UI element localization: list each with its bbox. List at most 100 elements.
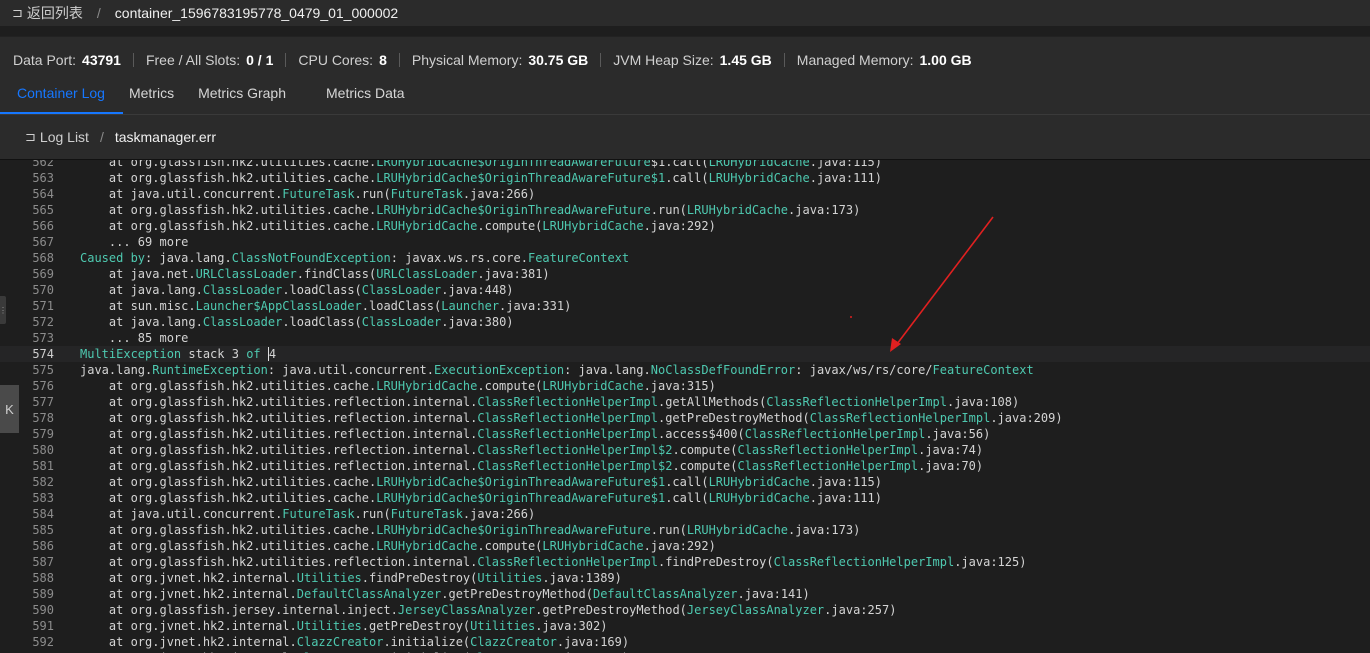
text-token: java.lang.: [80, 363, 153, 377]
class-token: Utilities: [470, 619, 536, 633]
stat-value: 43791: [82, 52, 121, 68]
back-to-list-label: 返回列表: [26, 5, 83, 21]
log-line: 562 at org.glassfish.hk2.utilities.cache…: [0, 160, 1370, 170]
text-token: .java:209): [990, 411, 1063, 425]
class-token: LRUHybridCache$OriginThreadAwareFuture$1: [376, 475, 666, 489]
text-token: at org.glassfish.hk2.utilities.reflectio…: [80, 555, 478, 569]
class-token: ClazzCreator: [470, 635, 557, 649]
back-to-list-link[interactable]: ⊐ 返回列表: [12, 3, 83, 23]
line-number: 590: [32, 603, 54, 617]
line-number: 564: [32, 187, 54, 201]
text-token: .java:173): [788, 203, 861, 217]
return-icon: ⊐: [12, 5, 23, 20]
log-line: 570 at java.lang.ClassLoader.loadClass(C…: [0, 282, 1370, 298]
line-number: 568: [32, 251, 54, 265]
tab-container-log[interactable]: Container Log: [0, 80, 123, 115]
class-token: ClassReflectionHelperImpl: [773, 555, 955, 569]
log-text: at org.glassfish.hk2.utilities.reflectio…: [54, 442, 983, 458]
log-text: at org.glassfish.hk2.utilities.reflectio…: [54, 394, 1019, 410]
text-token: .java:381): [477, 267, 550, 281]
class-token: Launcher: [441, 299, 500, 313]
text-token: ... 69 more: [80, 235, 189, 249]
class-token: LRUHybridCache: [708, 160, 810, 169]
collapse-sidebar-button[interactable]: K: [0, 385, 19, 433]
log-text: at org.glassfish.hk2.utilities.reflectio…: [54, 410, 1063, 426]
text-token: at org.glassfish.hk2.utilities.cache.: [80, 219, 377, 233]
line-number: 585: [32, 523, 54, 537]
log-text: at org.glassfish.jersey.internal.inject.…: [54, 602, 897, 618]
class-token: FutureTask: [282, 507, 355, 521]
text-token: .java:292): [643, 539, 716, 553]
log-text: at org.glassfish.hk2.utilities.cache.LRU…: [54, 218, 716, 234]
class-token: FutureTask: [390, 507, 463, 521]
text-token: .call(: [665, 475, 709, 489]
text-token: .call(: [665, 491, 709, 505]
class-token: ClassReflectionHelperImpl$2: [477, 443, 673, 457]
text-token: .java:111): [809, 491, 882, 505]
class-token: ClassReflectionHelperImpl: [477, 411, 658, 425]
text-token: at java.lang.: [80, 315, 203, 329]
log-line: 567 ... 69 more: [0, 234, 1370, 250]
container-header: Data Port: 43791 Free / All Slots: 0 / 1 C…: [0, 36, 1370, 114]
text-token: .java:70): [918, 459, 984, 473]
stat-physical-memory: Physical Memory: 30.75 GB: [412, 52, 588, 68]
stat-managed-memory: Managed Memory: 1.00 GB: [797, 52, 972, 68]
log-text: at org.glassfish.hk2.utilities.reflectio…: [54, 458, 983, 474]
text-token: .compute(: [672, 459, 738, 473]
log-list-link[interactable]: ⊐ Log List: [25, 129, 89, 145]
stat-divider: [600, 53, 602, 67]
stat-value: 1.45 GB: [719, 52, 772, 68]
text-token: at java.util.concurrent.: [80, 507, 283, 521]
log-text: at java.lang.ClassLoader.loadClass(Class…: [54, 314, 514, 330]
class-token: ClassLoader: [361, 315, 442, 329]
stat-value: 30.75 GB: [528, 52, 589, 68]
class-token: MultiException: [80, 347, 182, 361]
text-token: .compute(: [477, 379, 543, 393]
text-token: .getPreDestroyMethod(: [441, 587, 593, 601]
text-token: $1.call(: [650, 160, 709, 169]
tab-metrics-data[interactable]: Metrics Data: [306, 80, 422, 115]
log-line: 591 at org.jvnet.hk2.internal.Utilities.…: [0, 618, 1370, 634]
text-token: .java:266): [462, 507, 536, 521]
class-token: JerseyClassAnalyzer: [686, 603, 825, 617]
log-text: at org.glassfish.hk2.utilities.cache.LRU…: [54, 474, 882, 490]
text-token: .run(: [650, 203, 687, 217]
tab-metrics-graph[interactable]: Metrics Graph: [192, 80, 306, 115]
log-viewer[interactable]: 562 at org.glassfish.hk2.utilities.cache…: [0, 160, 1370, 653]
line-number: 586: [32, 539, 54, 553]
class-token: ClassReflectionHelperImpl: [477, 427, 658, 441]
text-token: at org.glassfish.hk2.utilities.reflectio…: [80, 395, 478, 409]
text-token: .java:315): [643, 379, 716, 393]
stat-jvm-heap: JVM Heap Size: 1.45 GB: [613, 52, 772, 68]
log-text: at org.glassfish.hk2.utilities.cache.LRU…: [54, 170, 882, 186]
text-token: .run(: [354, 507, 391, 521]
class-token: FutureTask: [390, 187, 463, 201]
text-token: at org.glassfish.jersey.internal.inject.: [80, 603, 398, 617]
class-token: Utilities: [296, 619, 362, 633]
text-token: : javax.ws.rs.core.: [390, 251, 528, 265]
stat-value: 0 / 1: [246, 52, 274, 68]
tab-metrics[interactable]: Metrics: [123, 80, 192, 115]
resize-handle-icon[interactable]: ⋮: [0, 296, 7, 324]
log-text: at org.glassfish.hk2.utilities.cache.LRU…: [54, 378, 716, 394]
line-number: 582: [32, 475, 54, 489]
line-number: 580: [32, 443, 54, 457]
text-token: .compute(: [672, 443, 738, 457]
text-token: at org.glassfish.hk2.utilities.cache.: [80, 203, 377, 217]
class-token: ClassNotFoundException: [231, 251, 391, 265]
text-token: .access$400(: [657, 427, 745, 441]
text-token: .java:173): [788, 523, 861, 537]
class-token: LRUHybridCache$OriginThreadAwareFuture$1: [376, 171, 666, 185]
text-token: ... 85 more: [80, 331, 189, 345]
log-line: 583 at org.glassfish.hk2.utilities.cache…: [0, 490, 1370, 506]
log-line: 564 at java.util.concurrent.FutureTask.r…: [0, 186, 1370, 202]
text-token: .java:302): [535, 619, 608, 633]
class-token: ClassReflectionHelperImpl: [744, 427, 926, 441]
class-token: URLClassLoader: [195, 267, 297, 281]
text-token: at org.jvnet.hk2.internal.: [80, 619, 297, 633]
log-line: 578 at org.glassfish.hk2.utilities.refle…: [0, 410, 1370, 426]
text-token: at org.glassfish.hk2.utilities.cache.: [80, 171, 377, 185]
text-token: .java:1389): [542, 571, 622, 585]
text-token: .compute(: [477, 539, 543, 553]
class-token: ClassReflectionHelperImpl: [477, 395, 658, 409]
